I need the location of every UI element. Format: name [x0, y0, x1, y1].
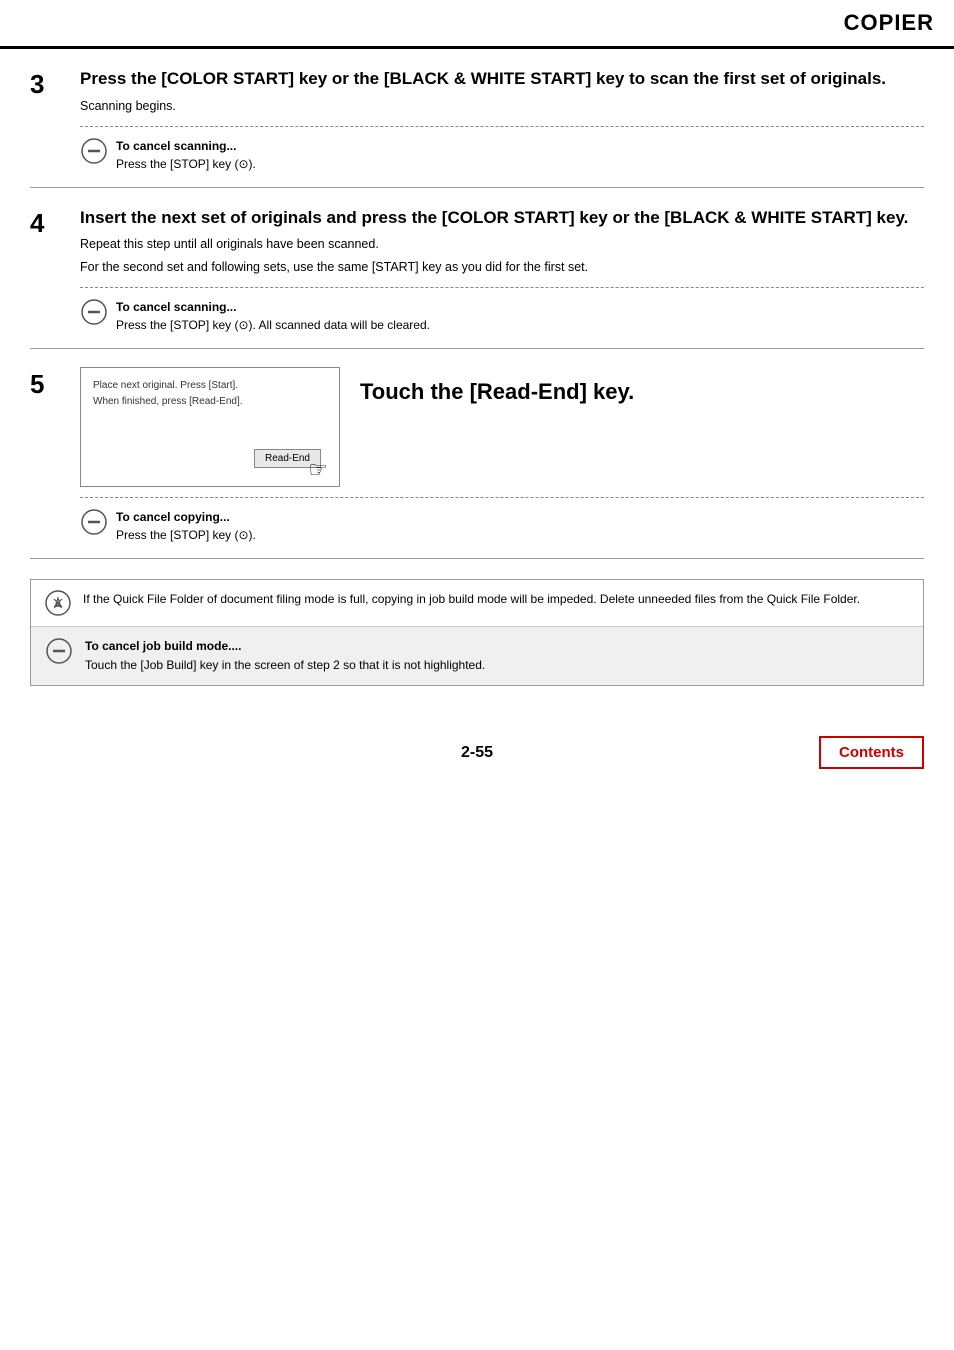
step-4-block: 4 Insert the next set of originals and p…: [30, 188, 924, 349]
step-5-inner: Place next original. Press [Start]. When…: [80, 367, 924, 487]
step-5-block: 5 Place next original. Press [Start]. Wh…: [30, 349, 924, 559]
step-4-number: 4: [30, 206, 70, 334]
bottom-note-1-text: If the Quick File Folder of document fil…: [83, 590, 860, 609]
step-5-note: To cancel copying... Press the [STOP] ke…: [80, 508, 924, 544]
step-3-cancel-label: To cancel scanning...: [116, 139, 236, 153]
step-4-divider: [80, 287, 924, 288]
step-5-cancel-label: To cancel copying...: [116, 510, 230, 524]
step-5-note-text: To cancel copying... Press the [STOP] ke…: [116, 508, 256, 544]
step-4-note: To cancel scanning... Press the [STOP] k…: [80, 298, 924, 334]
step-4-content: Insert the next set of originals and pre…: [70, 206, 924, 334]
hand-cursor-icon: ☞: [308, 457, 328, 483]
page-number: 2-55: [461, 744, 493, 762]
bottom-notes: If the Quick File Folder of document fil…: [30, 579, 924, 686]
step-5-cancel-text: Press the [STOP] key (⊙).: [116, 528, 256, 542]
bottom-note-2-body: Touch the [Job Build] key in the screen …: [85, 658, 485, 672]
step-4-desc1: Repeat this step until all originals hav…: [80, 235, 924, 254]
step-3-number: 3: [30, 67, 70, 173]
stop-icon-step4: [80, 298, 108, 326]
step-3-content: Press the [COLOR START] key or the [BLAC…: [70, 67, 924, 173]
bottom-note-2: To cancel job build mode.... Touch the […: [31, 627, 923, 685]
screen-mockup-text: Place next original. Press [Start]. When…: [93, 378, 327, 410]
step-4-note-text: To cancel scanning... Press the [STOP] k…: [116, 298, 430, 334]
step-4-desc2: For the second set and following sets, u…: [80, 258, 924, 277]
step-5-content: Place next original. Press [Start]. When…: [70, 367, 924, 544]
step-3-note-text: To cancel scanning... Press the [STOP] k…: [116, 137, 256, 173]
main-content: 3 Press the [COLOR START] key or the [BL…: [0, 49, 954, 726]
step-5-touch-heading: Touch the [Read-End] key.: [360, 367, 634, 408]
step-3-block: 3 Press the [COLOR START] key or the [BL…: [30, 49, 924, 188]
bottom-note-2-bold: To cancel job build mode....: [85, 639, 241, 653]
step-3-desc: Scanning begins.: [80, 97, 924, 116]
step-3-heading: Press the [COLOR START] key or the [BLAC…: [80, 67, 924, 91]
bottom-note-2-text: To cancel job build mode.... Touch the […: [85, 637, 485, 675]
screen-mockup: Place next original. Press [Start]. When…: [80, 367, 340, 487]
stop-icon-bottom: [45, 637, 73, 665]
bottom-note-1: If the Quick File Folder of document fil…: [31, 580, 923, 627]
stop-icon-step5: [80, 508, 108, 536]
page-header: COPIER: [0, 0, 954, 49]
header-title: COPIER: [844, 10, 934, 36]
contents-button[interactable]: Contents: [819, 736, 924, 769]
stop-icon-step3: [80, 137, 108, 165]
step-5-divider: [80, 497, 924, 498]
step-3-cancel-text: Press the [STOP] key (⊙).: [116, 157, 256, 171]
page-footer: 2-55 Contents: [0, 726, 954, 789]
step-5-number: 5: [30, 367, 70, 544]
step-3-divider: [80, 126, 924, 127]
step-3-note: To cancel scanning... Press the [STOP] k…: [80, 137, 924, 173]
step-4-cancel-text: Press the [STOP] key (⊙). All scanned da…: [116, 318, 430, 332]
step-4-heading: Insert the next set of originals and pre…: [80, 206, 924, 230]
step-4-cancel-label: To cancel scanning...: [116, 300, 236, 314]
pencil-icon: [45, 590, 71, 616]
